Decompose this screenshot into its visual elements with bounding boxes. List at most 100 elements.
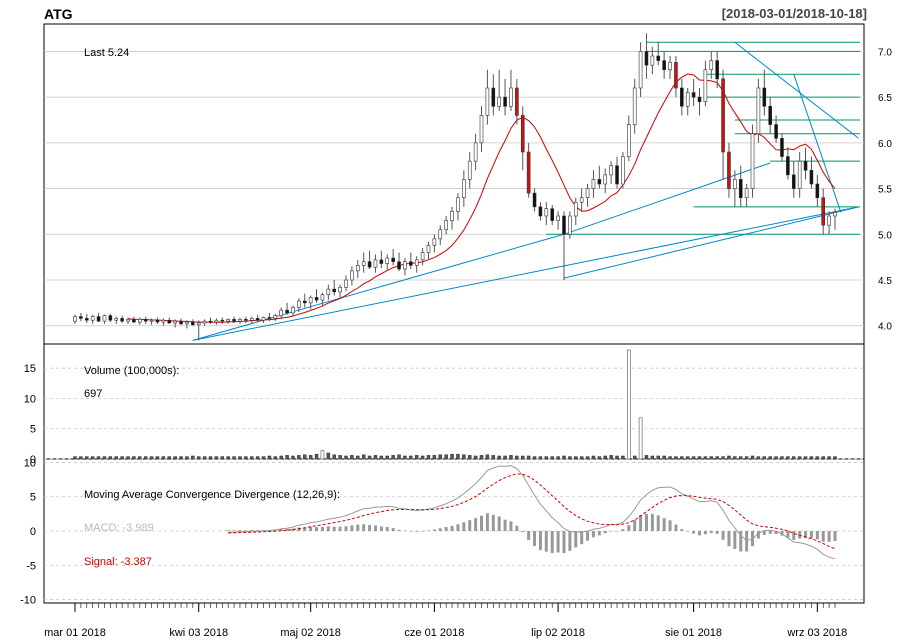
macd-histogram-bar [697,531,701,536]
volume-bar [385,455,389,460]
candle [114,318,119,321]
volume-bar [320,450,325,460]
candle [350,270,354,281]
candle [338,287,342,293]
price-tick-label: 5.0 [878,230,892,241]
macd-histogram-bar [792,531,796,540]
volume-bar [143,456,148,460]
volume-bar [562,455,566,460]
volume-bar [173,456,177,460]
volume-bar [279,455,283,460]
volume-bar [297,455,301,460]
candle [132,319,136,323]
macd-histogram-bar [379,526,383,531]
macd-histogram-bar [591,531,595,538]
macd-histogram-bar [468,520,472,531]
macd-histogram-bar [521,531,525,533]
macd-histogram-bar [627,525,631,531]
candle [143,319,148,322]
candle [680,87,684,107]
volume-bar [191,455,195,460]
macd-histogram-bar [727,531,731,547]
volume-bar [214,456,219,460]
candle [609,165,613,176]
macd-histogram-bar [444,527,448,531]
volume-bar [526,455,531,460]
volume-bar [774,456,778,460]
candle [638,51,643,89]
candle [173,320,177,324]
volume-bar [579,456,584,460]
candle [373,259,378,268]
volume-bar [155,456,160,460]
macd-histogram-bar [415,531,419,532]
candle [90,316,95,321]
volume-bar [249,456,254,460]
x-tick-label: mar 01 2018 [44,627,106,639]
candle [244,319,248,321]
volume-tick-label: 10 [24,393,36,405]
candle [279,309,284,316]
volume-bar [809,456,814,460]
candle [108,315,113,321]
candle [185,321,189,325]
volume-bar [621,455,625,460]
candle [538,206,543,217]
candle [762,87,767,107]
volume-bar [138,456,142,460]
macd-histogram-bar [385,526,389,531]
volume-bar [326,452,331,460]
macd-histogram-bar [656,515,660,531]
macd-histogram-bar [480,515,484,531]
macd-histogram-bar [603,531,607,534]
candle [562,215,566,235]
candle [102,315,107,322]
volume-bar [768,456,772,460]
candle [196,322,201,326]
volume-bar [432,455,437,460]
macd-tick-label: -5 [26,560,36,572]
candle [803,160,808,171]
candle [791,174,796,189]
macd-histogram-bar [226,530,230,531]
volume-bar [102,456,107,460]
candle [744,188,749,199]
macd-histogram-bar [733,531,737,549]
macd-histogram-bar [668,520,672,531]
volume-bar [833,456,837,460]
x-tick-label: sie 01 2018 [665,627,722,639]
macd-histogram-bar [368,525,372,531]
candle [450,211,454,221]
macd-histogram-bar [391,528,395,531]
macd-histogram-bar [462,522,466,531]
volume-bar [662,455,666,460]
volume-bar [185,456,189,460]
volume-bar [332,454,336,460]
macd-histogram-bar [674,524,678,531]
macd-histogram-bar [244,530,248,531]
candle [556,215,560,221]
candle [214,319,219,323]
macd-histogram-bar [362,524,366,531]
candle [432,238,437,246]
candle [738,179,743,199]
volume-bar [303,454,307,460]
macd-histogram-bar [515,525,519,531]
price-tick-label: 7.0 [878,47,892,58]
volume-bar [597,456,602,460]
candle [138,319,142,323]
macd-histogram-bar [533,531,537,546]
volume-bar [238,456,242,460]
volume-bar [738,456,743,460]
candle [456,197,460,212]
volume-bar [650,455,655,460]
candle [644,51,649,66]
candle [591,179,596,189]
candle [414,259,419,266]
candle [232,319,236,322]
macd-histogram-bar [715,531,719,534]
volume-bar [220,456,225,460]
volume-bar [503,455,507,460]
volume-bar [591,455,596,460]
trend-line [192,233,565,341]
